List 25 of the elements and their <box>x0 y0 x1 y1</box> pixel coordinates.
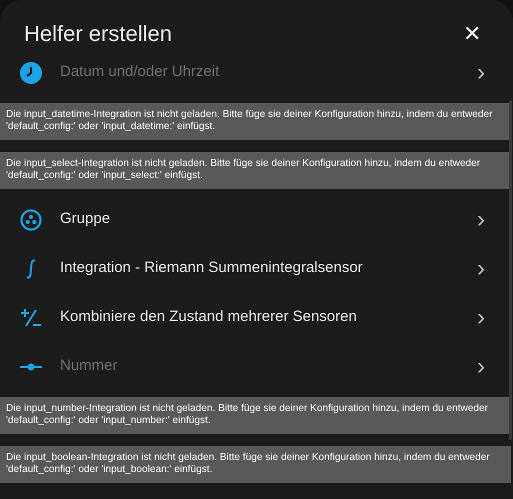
chevron-icon: › <box>477 60 485 84</box>
group-icon <box>20 208 42 230</box>
helper-list-item[interactable]: Gruppe › <box>0 195 513 244</box>
chevron-icon: › <box>477 208 485 232</box>
chevron-icon: › <box>477 256 485 280</box>
warning-tooltip: Die input_datetime-Integration ist nicht geladen. Bitte füge sie deiner Konfiguration hinzu, indem du entweder 'default_config:' oder 'input_datetime:' einfügst. <box>0 103 511 140</box>
warning-tooltip: Die input_number-Integration ist nicht geladen. Bitte füge sie deiner Konfiguration hinzu, indem du entweder 'default_config:' oder 'input_number:' einfügst. <box>0 397 511 434</box>
chevron-icon: › <box>477 354 485 378</box>
scrollbar[interactable] <box>509 100 512 440</box>
close-button[interactable]: ✕ <box>463 23 481 45</box>
item-label: Gruppe <box>60 209 112 230</box>
warning-tooltip: Die input_select-Integration ist nicht geladen. Bitte füge sie deiner Konfiguration hinzu, indem du entweder 'default_config:' oder 'input_select:' einfügst. <box>0 152 511 189</box>
plus-minus-icon <box>20 308 42 328</box>
integral-icon <box>25 258 37 280</box>
helper-list-item[interactable]: Kombiniere den Zustand mehrerer Sensoren › <box>0 293 513 342</box>
clock-icon <box>20 62 42 84</box>
helper-list-item[interactable]: Integration - Riemann Summenintegralsensor › <box>0 244 513 293</box>
warning-tooltip: Die input_boolean-Integration ist nicht geladen. Bitte füge sie deiner Konfiguration hinzu, indem du entweder 'default_config:' oder 'input_boolean:' einfügst. <box>0 446 511 483</box>
item-label: Kombiniere den Zustand mehrerer Sensoren <box>60 307 358 328</box>
item-label: Integration - Riemann Summenintegralsensor <box>60 258 364 278</box>
chevron-icon: › <box>477 306 485 330</box>
item-label: Nummer <box>60 356 119 376</box>
slider-icon <box>20 362 42 372</box>
dialog-title: Helfer erstellen <box>24 23 172 45</box>
item-label: Datum und/oder Uhrzeit <box>60 62 220 82</box>
